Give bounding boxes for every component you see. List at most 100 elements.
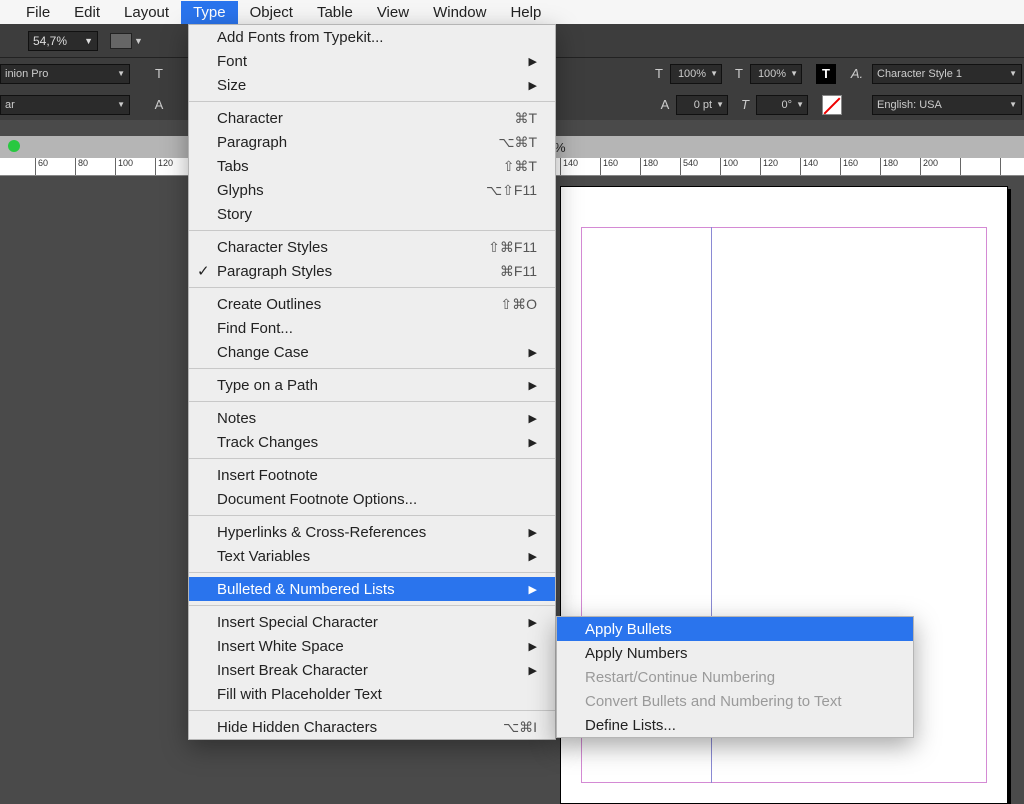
menu-item-label: Glyphs bbox=[217, 182, 456, 199]
font-style-value: ar bbox=[5, 99, 15, 111]
menu-item-label: Track Changes bbox=[217, 434, 511, 451]
menu-item-shortcut: ⇧⌘F11 bbox=[458, 239, 537, 256]
submenu-arrow-icon: ▶ bbox=[511, 346, 537, 359]
menu-item-shortcut: ⌘F11 bbox=[470, 263, 537, 280]
menu-item[interactable]: Insert White Space▶ bbox=[189, 634, 555, 658]
menu-item[interactable]: Character Styles⇧⌘F11 bbox=[189, 235, 555, 259]
view-options[interactable]: ▼ bbox=[110, 33, 143, 49]
menu-edit[interactable]: Edit bbox=[62, 1, 112, 24]
menu-item[interactable]: Size▶ bbox=[189, 73, 555, 97]
menu-object[interactable]: Object bbox=[238, 1, 305, 24]
ruler-tick: 160 bbox=[840, 158, 858, 176]
menu-item-label: Fill with Placeholder Text bbox=[217, 686, 537, 703]
submenu-item-label: Restart/Continue Numbering bbox=[585, 669, 895, 686]
stroke-swatch[interactable] bbox=[822, 95, 842, 115]
menu-item-label: Size bbox=[217, 77, 511, 94]
menu-item[interactable]: Create Outlines⇧⌘O bbox=[189, 292, 555, 316]
font-style-select[interactable]: ar▼ bbox=[0, 95, 130, 115]
menu-item[interactable]: Insert Break Character▶ bbox=[189, 658, 555, 682]
menu-item[interactable]: Text Variables▶ bbox=[189, 544, 555, 568]
submenu-arrow-icon: ▶ bbox=[511, 640, 537, 653]
language-value: English: USA bbox=[877, 99, 942, 111]
vertical-scale-icon: T bbox=[728, 63, 750, 85]
submenu-item: Restart/Continue Numbering bbox=[557, 665, 913, 689]
ruler-tick: 140 bbox=[560, 158, 578, 176]
submenu-item-label: Define Lists... bbox=[585, 717, 895, 734]
menu-type[interactable]: Type bbox=[181, 1, 238, 24]
menu-item[interactable]: Track Changes▶ bbox=[189, 430, 555, 454]
ruler-tick: 120 bbox=[155, 158, 173, 176]
menu-view[interactable]: View bbox=[365, 1, 421, 24]
menu-item-label: Font bbox=[217, 53, 511, 70]
menu-item-label: Add Fonts from Typekit... bbox=[217, 29, 537, 46]
menu-item[interactable]: Insert Special Character▶ bbox=[189, 610, 555, 634]
horizontal-scale-input[interactable]: 100%▼ bbox=[670, 64, 722, 84]
menu-item[interactable]: Paragraph⌥⌘T bbox=[189, 130, 555, 154]
menu-item-label: Tabs bbox=[217, 158, 473, 175]
menu-item[interactable]: Hide Hidden Characters⌥⌘I bbox=[189, 715, 555, 739]
menu-item-label: Story bbox=[217, 206, 537, 223]
menu-item[interactable]: Add Fonts from Typekit... bbox=[189, 25, 555, 49]
menu-item[interactable]: Hyperlinks & Cross-References▶ bbox=[189, 520, 555, 544]
menu-item[interactable]: Notes▶ bbox=[189, 406, 555, 430]
menu-help[interactable]: Help bbox=[498, 1, 553, 24]
ruler-tick: 180 bbox=[880, 158, 898, 176]
menu-item-shortcut: ⇧⌘T bbox=[473, 158, 537, 175]
menu-item[interactable]: Fill with Placeholder Text bbox=[189, 682, 555, 706]
submenu-arrow-icon: ▶ bbox=[511, 79, 537, 92]
menu-item-label: Type on a Path bbox=[217, 377, 511, 394]
leading-icon: A bbox=[148, 94, 170, 116]
menu-item-label: Bulleted & Numbered Lists bbox=[217, 581, 511, 598]
submenu-arrow-icon: ▶ bbox=[511, 583, 537, 596]
menu-item-shortcut: ⌥⌘I bbox=[473, 719, 537, 736]
baseline-shift-input[interactable]: 0 pt▼ bbox=[676, 95, 728, 115]
ruler-tick: 100 bbox=[720, 158, 738, 176]
menu-item[interactable]: Change Case▶ bbox=[189, 340, 555, 364]
menu-item-label: Notes bbox=[217, 410, 511, 427]
submenu-arrow-icon: ▶ bbox=[511, 55, 537, 68]
menu-file[interactable]: File bbox=[14, 1, 62, 24]
submenu-item[interactable]: Apply Bullets bbox=[557, 617, 913, 641]
submenu-arrow-icon: ▶ bbox=[511, 616, 537, 629]
language-select[interactable]: English: USA▼ bbox=[872, 95, 1022, 115]
character-style-select[interactable]: Character Style 1▼ bbox=[872, 64, 1022, 84]
zoom-level-select[interactable]: 54,7% ▼ bbox=[28, 31, 98, 51]
menu-item-shortcut: ⌥⌘T bbox=[468, 134, 537, 151]
submenu-arrow-icon: ▶ bbox=[511, 664, 537, 677]
type-size-icon: T bbox=[148, 63, 170, 85]
chevron-down-icon: ▼ bbox=[134, 36, 143, 46]
font-family-value: inion Pro bbox=[5, 68, 48, 80]
window-controls[interactable] bbox=[8, 140, 20, 152]
submenu-arrow-icon: ▶ bbox=[511, 412, 537, 425]
font-family-select[interactable]: inion Pro▼ bbox=[0, 64, 130, 84]
menu-item[interactable]: Story bbox=[189, 202, 555, 226]
character-panel-icon[interactable]: A. bbox=[846, 63, 868, 85]
traffic-light-icon[interactable] bbox=[8, 140, 20, 152]
ruler-tick bbox=[1000, 158, 1003, 176]
menu-item[interactable]: Character⌘T bbox=[189, 106, 555, 130]
chevron-down-icon: ▼ bbox=[84, 36, 93, 46]
submenu-item: Convert Bullets and Numbering to Text bbox=[557, 689, 913, 713]
menu-table[interactable]: Table bbox=[305, 1, 365, 24]
menu-item[interactable]: Find Font... bbox=[189, 316, 555, 340]
menu-item-label: Insert Break Character bbox=[217, 662, 511, 679]
skew-input[interactable]: 0°▼ bbox=[756, 95, 808, 115]
menu-item[interactable]: Font▶ bbox=[189, 49, 555, 73]
menu-item-label: Hyperlinks & Cross-References bbox=[217, 524, 511, 541]
menu-item[interactable]: Bulleted & Numbered Lists▶ bbox=[189, 577, 555, 601]
submenu-item[interactable]: Apply Numbers bbox=[557, 641, 913, 665]
menu-item-label: Document Footnote Options... bbox=[217, 491, 537, 508]
vertical-scale-input[interactable]: 100%▼ bbox=[750, 64, 802, 84]
menu-layout[interactable]: Layout bbox=[112, 1, 181, 24]
menu-item-label: Character bbox=[217, 110, 484, 127]
menu-item[interactable]: Tabs⇧⌘T bbox=[189, 154, 555, 178]
menu-item[interactable]: Document Footnote Options... bbox=[189, 487, 555, 511]
menu-window[interactable]: Window bbox=[421, 1, 498, 24]
submenu-item[interactable]: Define Lists... bbox=[557, 713, 913, 737]
ruler-tick: 100 bbox=[115, 158, 133, 176]
fill-swatch[interactable]: T bbox=[816, 64, 836, 84]
menu-item[interactable]: Insert Footnote bbox=[189, 463, 555, 487]
menu-item[interactable]: Glyphs⌥⇧F11 bbox=[189, 178, 555, 202]
menu-item[interactable]: Type on a Path▶ bbox=[189, 373, 555, 397]
menu-item[interactable]: ✓Paragraph Styles⌘F11 bbox=[189, 259, 555, 283]
